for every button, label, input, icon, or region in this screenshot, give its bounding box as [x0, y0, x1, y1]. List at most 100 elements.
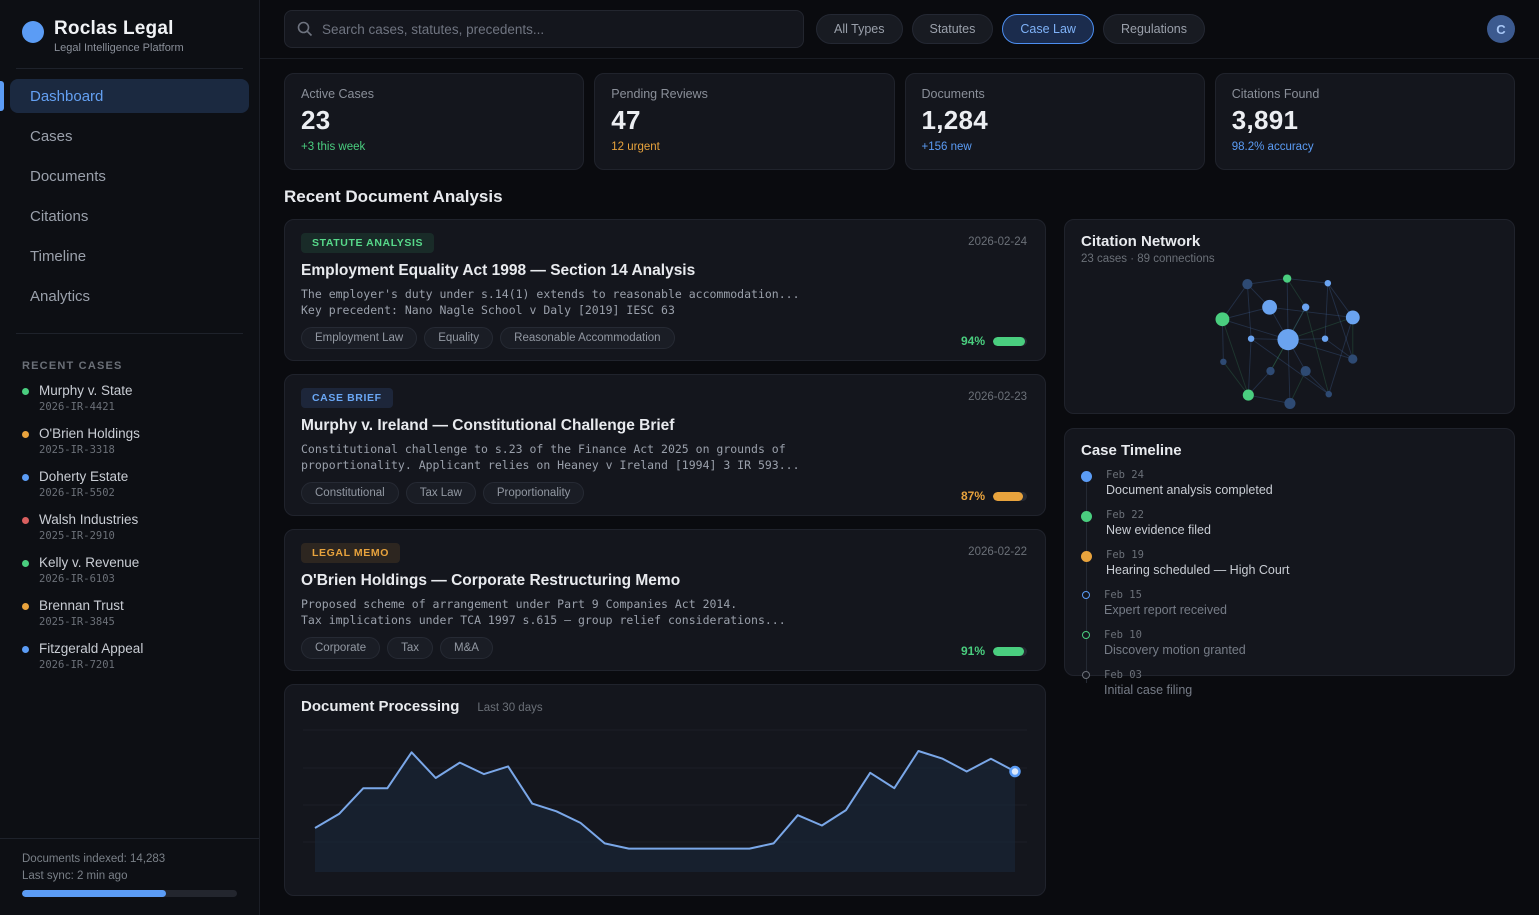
timeline-event-text: Feb 24Document analysis completed [1106, 469, 1273, 497]
search-icon [297, 21, 313, 37]
network-title: Citation Network [1081, 233, 1498, 250]
timeline-event: Feb 15Expert report received [1081, 589, 1498, 617]
indexed-count: Documents indexed: 14,283 [22, 853, 237, 865]
timeline-date: Feb 19 [1106, 549, 1289, 561]
timeline-event-text: Feb 19Hearing scheduled — High Court [1106, 549, 1289, 577]
case-name: Walsh Industries [39, 512, 138, 527]
doc-tags: Constitutional Tax Law Proportionality [301, 482, 1029, 504]
timeline-event: Feb 24Document analysis completed [1081, 469, 1498, 497]
citation-node[interactable] [1266, 367, 1274, 375]
confidence-indicator: 91% [961, 644, 1027, 658]
citation-node[interactable] [1322, 335, 1328, 341]
citation-edge [1270, 307, 1353, 317]
documents-column: STATUTE ANALYSIS2026-02-24Employment Equ… [284, 219, 1046, 896]
citation-node[interactable] [1262, 300, 1277, 315]
doc-tag[interactable]: Reasonable Accommodation [500, 327, 674, 349]
recent-case-item[interactable]: Doherty Estate2026-IR-5502 [0, 462, 259, 505]
document-processing-chart [301, 723, 1029, 895]
case-status-dot [22, 560, 29, 567]
section-title: Recent Document Analysis [284, 187, 1515, 207]
search-box[interactable] [284, 10, 804, 48]
sidebar-divider [16, 68, 243, 69]
right-column: Citation Network 23 cases · 89 connectio… [1064, 219, 1515, 896]
case-ref: 2026-IR-7201 [39, 659, 143, 671]
doc-tag[interactable]: Constitutional [301, 482, 399, 504]
citation-node[interactable] [1301, 366, 1311, 376]
recent-case-item[interactable]: Kelly v. Revenue2026-IR-6103 [0, 548, 259, 591]
citation-edge [1222, 319, 1248, 395]
document-processing-card: Document Processing Last 30 days [284, 684, 1046, 896]
recent-case-item[interactable]: Brennan Trust2025-IR-3845 [0, 591, 259, 634]
stat-card-documents: Documents1,284+156 new [905, 73, 1205, 170]
case-name: Kelly v. Revenue [39, 555, 139, 570]
document-card: STATUTE ANALYSIS2026-02-24Employment Equ… [284, 219, 1046, 361]
case-name: Brennan Trust [39, 598, 124, 613]
recent-case-item[interactable]: O'Brien Holdings2025-IR-3318 [0, 419, 259, 462]
stat-delta: +156 new [922, 141, 1188, 153]
doc-tag[interactable]: Tax Law [406, 482, 476, 504]
sidebar-item-timeline[interactable]: Timeline [10, 239, 249, 273]
user-avatar[interactable]: C [1487, 15, 1515, 43]
citation-node[interactable] [1220, 359, 1226, 365]
case-text: Brennan Trust2025-IR-3845 [39, 598, 124, 628]
citation-edge [1247, 284, 1251, 339]
filter-chip-regulations[interactable]: Regulations [1103, 14, 1205, 44]
doc-type-badge: LEGAL MEMO [301, 543, 400, 563]
document-card: CASE BRIEF2026-02-23Murphy v. Ireland — … [284, 374, 1046, 516]
content: Active Cases23+3 this weekPending Review… [260, 59, 1539, 896]
confidence-bar [993, 647, 1027, 656]
doc-tag[interactable]: Employment Law [301, 327, 417, 349]
doc-date: 2026-02-22 [968, 546, 1027, 558]
timeline-list: Feb 24Document analysis completed Feb 22 N… [1081, 469, 1498, 697]
timeline-label: New evidence filed [1106, 523, 1211, 537]
citation-node[interactable] [1283, 274, 1291, 282]
doc-tag[interactable]: M&A [440, 637, 493, 659]
filter-chip-all-types[interactable]: All Types [816, 14, 903, 44]
sidebar-item-cases[interactable]: Cases [10, 119, 249, 153]
citation-node[interactable] [1346, 310, 1360, 324]
sidebar-item-dashboard[interactable]: Dashboard [10, 79, 249, 113]
doc-tags: Employment Law Equality Reasonable Accommo… [301, 327, 1029, 349]
stat-value: 3,891 [1232, 105, 1498, 136]
index-progress-bar [22, 890, 237, 897]
sidebar-footer: Documents indexed: 14,283 Last sync: 2 m… [0, 838, 259, 915]
recent-case-item[interactable]: Murphy v. State2026-IR-4421 [0, 376, 259, 419]
index-progress-fill [22, 890, 166, 897]
confidence-percent: 91% [961, 644, 985, 658]
timeline-date: Feb 22 [1106, 509, 1211, 521]
confidence-bar [993, 492, 1027, 501]
doc-tag[interactable]: Tax [387, 637, 433, 659]
filter-chip-case-law[interactable]: Case Law [1002, 14, 1094, 44]
recent-case-item[interactable]: Fitzgerald Appeal2026-IR-7201 [0, 634, 259, 677]
citation-node[interactable] [1248, 335, 1254, 341]
doc-tag[interactable]: Proportionality [483, 482, 585, 504]
stat-label: Citations Found [1232, 87, 1498, 101]
filter-chip-statutes[interactable]: Statutes [912, 14, 994, 44]
stat-label: Pending Reviews [611, 87, 877, 101]
citation-edge [1325, 339, 1353, 359]
citation-node[interactable] [1277, 329, 1298, 350]
sidebar-item-citations[interactable]: Citations [10, 199, 249, 233]
citation-node[interactable] [1242, 279, 1252, 289]
recent-case-item[interactable]: Walsh Industries2025-IR-2910 [0, 505, 259, 548]
stats-row: Active Cases23+3 this weekPending Review… [284, 73, 1515, 170]
citation-node[interactable] [1326, 391, 1332, 397]
citation-network-graph[interactable] [1081, 265, 1497, 417]
citation-node[interactable] [1243, 390, 1254, 401]
search-input[interactable] [322, 22, 791, 37]
citation-node[interactable] [1284, 398, 1295, 409]
doc-type-badge: STATUTE ANALYSIS [301, 233, 434, 253]
citation-node[interactable] [1325, 280, 1331, 286]
citation-node[interactable] [1302, 304, 1309, 311]
sidebar-item-analytics[interactable]: Analytics [10, 279, 249, 313]
timeline-label: Discovery motion granted [1104, 643, 1246, 657]
timeline-event: Feb 19Hearing scheduled — High Court [1081, 549, 1498, 577]
doc-tag[interactable]: Corporate [301, 637, 380, 659]
sidebar-item-label: Documents [30, 168, 106, 185]
sidebar-item-documents[interactable]: Documents [10, 159, 249, 193]
citation-node[interactable] [1348, 354, 1357, 363]
citation-node[interactable] [1216, 312, 1230, 326]
doc-tag[interactable]: Equality [424, 327, 493, 349]
case-text: O'Brien Holdings2025-IR-3318 [39, 426, 140, 456]
citation-edge [1223, 362, 1248, 395]
